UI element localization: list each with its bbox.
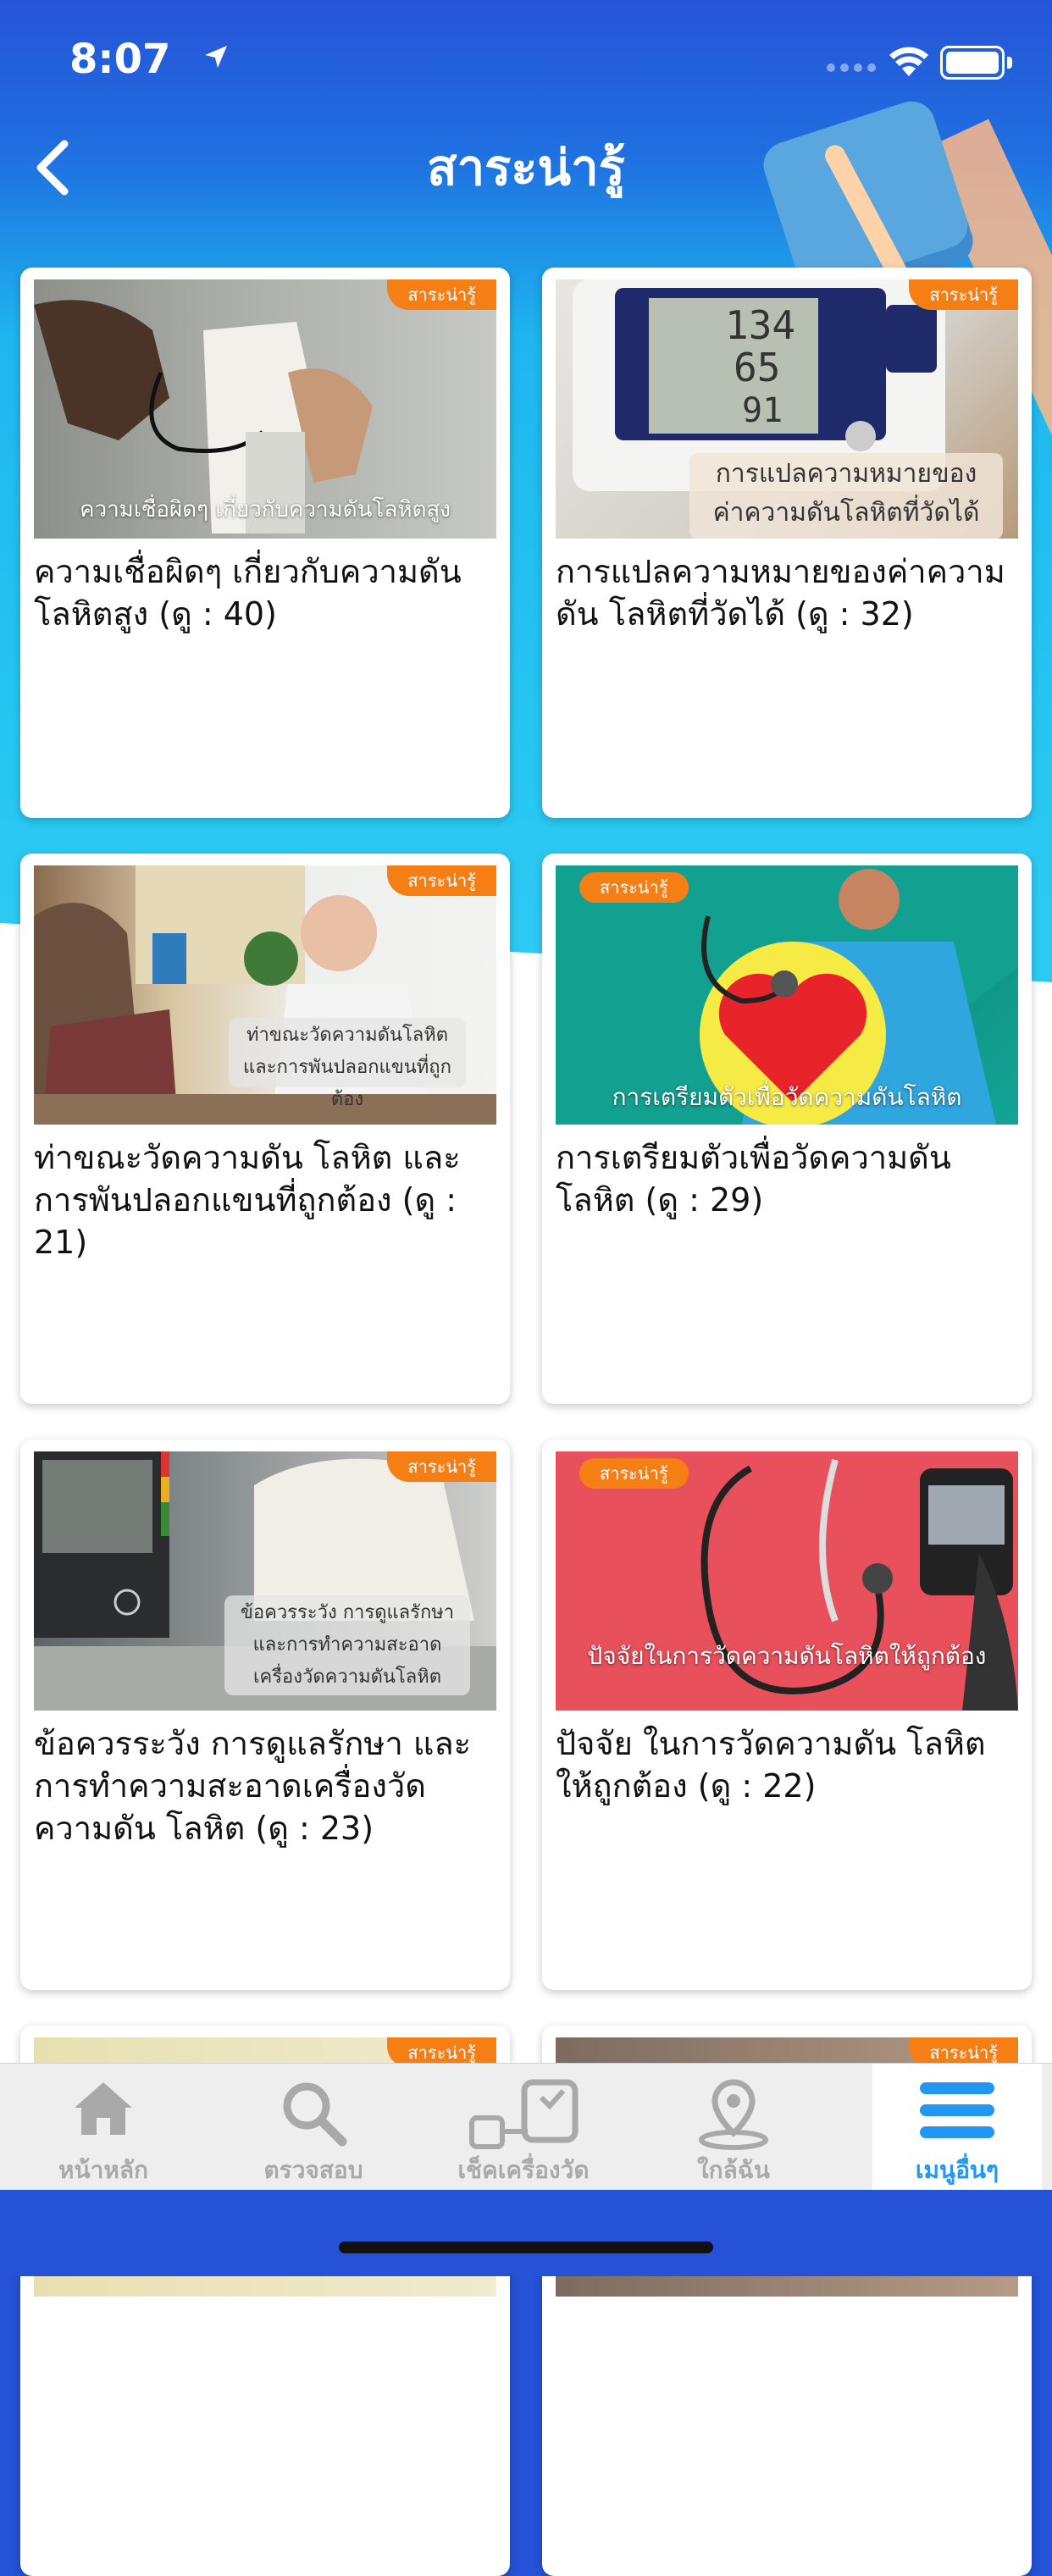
article-thumbnail: สาระน่ารู้ การเตรียมตัวเพื่อวัดความดันโล… [556,865,1018,1125]
search-icon [283,2082,347,2147]
cellular-signal-icon [827,64,876,72]
thumbnail-caption-box: การแปลความหมายของ ค่าความดันโลหิตที่วัดไ… [689,453,1003,539]
thumbnail-caption-line: ค่าความดันโลหิตที่วัดได้ [712,498,980,528]
article-card[interactable]: สาระน่ารู้ การเตรียมตัวเพื่อวัดความดันโล… [542,854,1032,1404]
article-title: การเตรียมตัวเพื่อวัดความดัน โลหิต (ดู : … [556,1139,951,1219]
tab-label: หน้าหลัก [58,2156,148,2184]
location-arrow-icon [205,46,227,68]
article-title: ท่าขณะวัดความดัน โลหิต และการพันปลอกแขนท… [34,1139,461,1261]
category-badge: สาระน่ารู้ [579,872,689,903]
article-card[interactable]: สาระน่ารู้ ปัจจัยในการวัดความดันโลหิตให้… [542,1440,1032,1990]
article-thumbnail: สาระน่ารู้ ข้อควรระวัง การดูแลรักษา และก… [34,1451,496,1711]
thumbnail-caption-box: ท่าขณะวัดความดันโลหิต และการพันปลอกแขนที… [229,1018,466,1110]
category-badge: สาระน่ารู้ [579,1458,689,1489]
thumbnail-caption: ความเชื่อผิดๆ เกี่ยวกับความดันโลหิตสูง [80,497,451,522]
status-time: 8:07 [69,36,171,83]
thumbnail-caption-line: เครื่องวัดความดันโลหิต [253,1667,441,1688]
thumbnail-caption-line: การแปลความหมายของ [715,459,977,489]
battery-icon [940,46,1012,80]
svg-text:65: 65 [734,345,780,390]
tab-nearby[interactable]: ใกล้ฉัน [649,2064,818,2191]
article-thumbnail: สาระน่ารู้ ท่าขณะวัดความดันโลหิต และการพ… [34,865,496,1125]
article-card[interactable]: 134 65 91 สาระน่ารู้ การแปลความหมายของ ค… [542,268,1032,818]
article-card[interactable]: สาระน่ารู้ ข้อควรระวัง การดูแลรักษา และก… [20,1440,510,1990]
tab-label: ใกล้ฉัน [697,2156,770,2184]
thumbnail-caption: การเตรียมตัวเพื่อวัดความดันโลหิต [612,1083,962,1111]
thumbnail-caption: ปัจจัยในการวัดความดันโลหิตให้ถูกต้อง [587,1642,987,1670]
thumbnail-caption-line: และการทำความสะอาด [252,1634,442,1656]
category-badge: สาระน่ารู้ [387,1451,496,1482]
tab-check[interactable]: ตรวจสอบ [229,2064,398,2191]
thumbnail-caption-line: ท่าขณะวัดความดันโลหิต [246,1025,449,1046]
thumbnail-caption-line: และการพันปลอกแขนที่ถูกต้อง [243,1057,451,1110]
category-badge: สาระน่ารู้ [909,279,1018,310]
tab-label: ตรวจสอบ [263,2156,363,2184]
tab-home[interactable]: หน้าหลัก [19,2064,188,2191]
thumbnail-caption-line: ข้อควรระวัง การดูแลรักษา [240,1602,455,1623]
article-title: ข้อควรระวัง การดูแลรักษา และการทำความสะอ… [34,1725,472,1847]
status-bar: 8:07 [0,0,1052,119]
wifi-icon [889,47,928,76]
article-title: ความเชื่อผิดๆ เกี่ยวกับความดันโลหิตสูง (… [34,553,462,633]
tab-label: เช็คเครื่องวัด [457,2156,590,2184]
category-badge: สาระน่ารู้ [387,865,496,896]
page-title: สาระน่ารู้ [427,139,625,196]
article-thumbnail: สาระน่ารู้ ปัจจัยในการวัดความดันโลหิตให้… [556,1451,1018,1711]
article-card[interactable]: สาระน่ารู้ ท่าขณะวัดความดันโลหิต และการพ… [20,854,510,1404]
home-indicator[interactable] [339,2242,713,2253]
svg-text:134: 134 [725,302,795,348]
category-badge: สาระน่ารู้ [387,279,496,310]
article-thumbnail: 134 65 91 สาระน่ารู้ การแปลความหมายของ ค… [556,279,1018,539]
thumbnail-caption-box: ข้อควรระวัง การดูแลรักษา และการทำความสะอ… [224,1595,470,1695]
home-icon [75,2082,132,2135]
svg-text:91: 91 [742,391,783,430]
home-indicator-area [0,2190,1052,2276]
blood-pressure-device-icon [469,2079,579,2149]
article-title: ปัจจัย ในการวัดความดัน โลหิตให้ถูกต้อง (… [556,1725,986,1805]
tab-label: เมนูอื่นๆ [915,2156,999,2184]
tab-device-check[interactable]: เช็คเครื่องวัด [439,2064,608,2191]
menu-icon [920,2082,994,2138]
tab-more-menu[interactable]: เมนูอื่นๆ [872,2064,1042,2191]
location-pin-icon [699,2079,768,2150]
article-title: การแปลความหมายของค่าความดัน โลหิตที่วัดไ… [556,553,1005,633]
article-card[interactable]: สาระน่ารู้ ความเชื่อผิดๆ เกี่ยวกับความดั… [20,268,510,818]
tab-bar: หน้าหลัก ตรวจสอบ เช็คเครื่องวัด ใกล้ฉัน [0,2063,1052,2191]
article-thumbnail: สาระน่ารู้ ความเชื่อผิดๆ เกี่ยวกับความดั… [34,279,496,539]
